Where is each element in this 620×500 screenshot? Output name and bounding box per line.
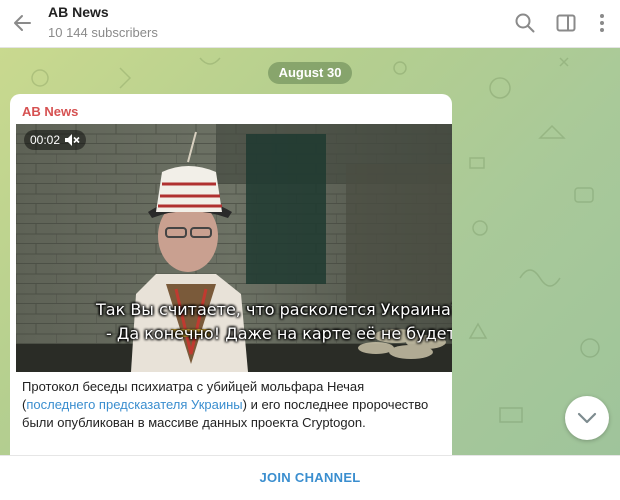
- scroll-down-button[interactable]: [565, 396, 609, 440]
- join-channel-button[interactable]: JOIN CHANNEL: [0, 456, 620, 500]
- back-arrow-icon[interactable]: [10, 10, 36, 36]
- chevron-down-icon: [577, 412, 597, 424]
- channel-title: AB News: [48, 4, 109, 20]
- date-separator: August 30: [268, 62, 352, 84]
- caption-link[interactable]: последнего предсказателя Украины: [26, 397, 242, 412]
- channel-info[interactable]: AB News 10 144 subscribers: [48, 4, 158, 41]
- more-vertical-icon[interactable]: [591, 12, 613, 34]
- message-text: Протокол беседы психиатра с убийцей моль…: [22, 378, 440, 432]
- video-subtitle-line1: Так Вы считаете, что расколется Украина?: [96, 300, 452, 319]
- video-timestamp[interactable]: 00:02: [24, 130, 87, 150]
- sidebar-toggle-icon[interactable]: [555, 12, 577, 34]
- video-time: 00:02: [30, 133, 61, 147]
- video-player[interactable]: 00:02 Так Вы считаете, что расколется Ук…: [16, 124, 452, 372]
- video-subtitle-line2: - Да конечно! Даже на карте её не будет!: [106, 324, 452, 343]
- message-sender[interactable]: AB News: [22, 104, 78, 119]
- subscriber-count: 10 144 subscribers: [48, 25, 158, 40]
- muted-speaker-icon[interactable]: [64, 133, 80, 147]
- chat-header: AB News 10 144 subscribers: [0, 0, 620, 48]
- message-bubble[interactable]: AB News 00:02 Так Вы считаете, что раско…: [10, 94, 452, 455]
- chat-area[interactable]: August 30 AB News 00:02 Так Вы считаете,…: [0, 48, 620, 455]
- search-icon[interactable]: [514, 12, 536, 34]
- footer-bar: JOIN CHANNEL: [0, 455, 620, 499]
